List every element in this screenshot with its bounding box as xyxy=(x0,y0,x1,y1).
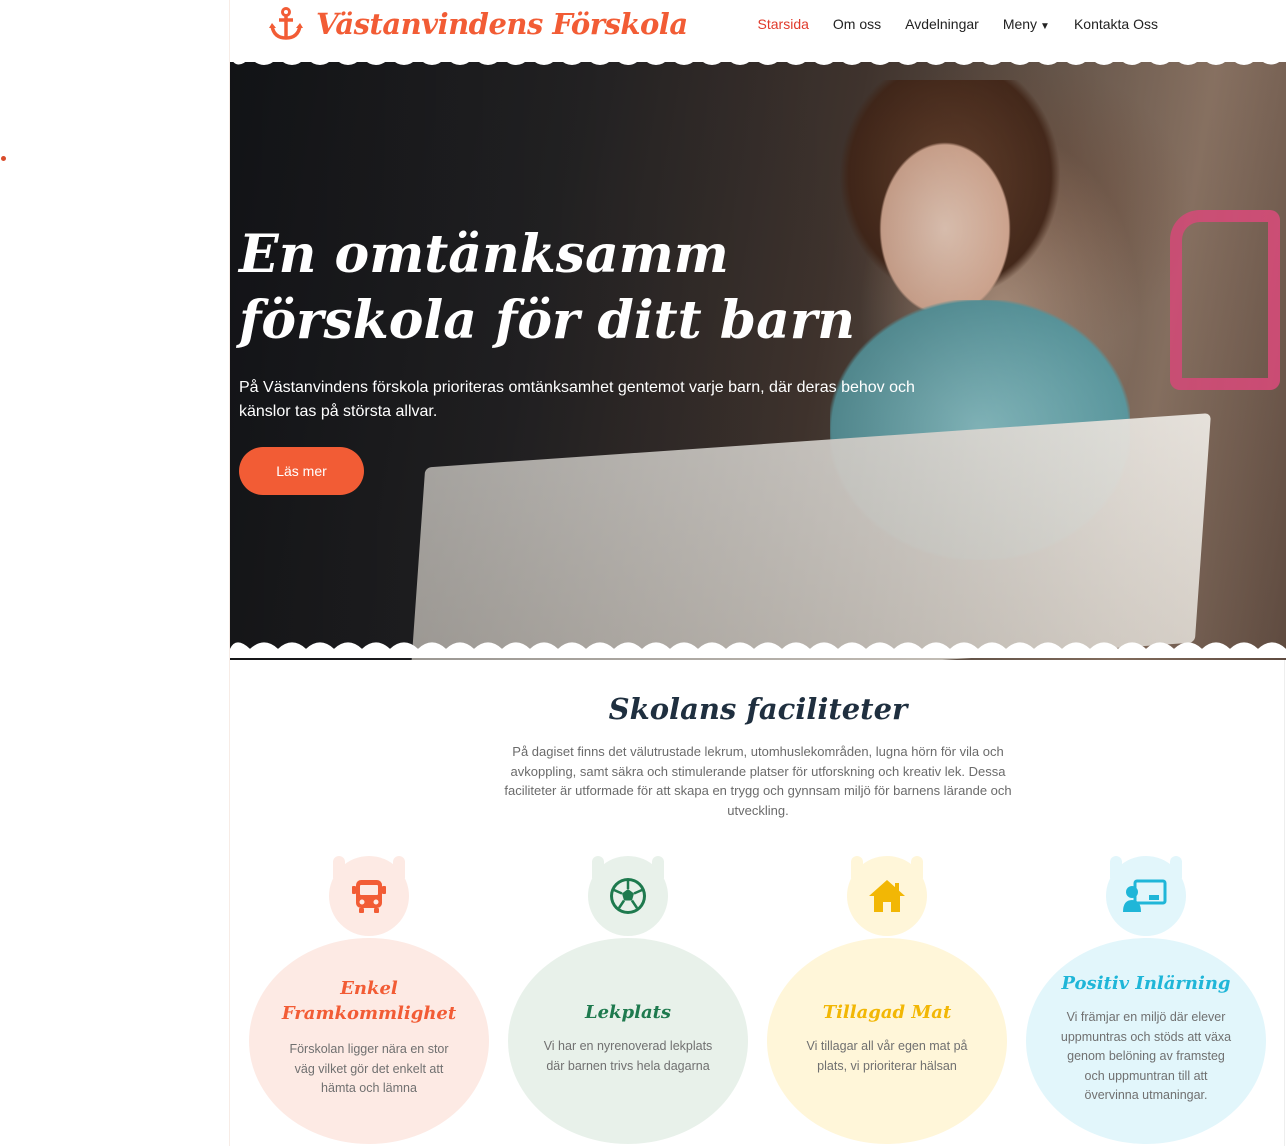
card-icon-bubble xyxy=(1106,856,1186,936)
card-icon-bubble xyxy=(847,856,927,936)
card-title: Enkel Framkommlighet xyxy=(281,978,457,1024)
nav-item-kontakta-oss[interactable]: Kontakta Oss xyxy=(1074,16,1158,32)
hero-subtitle: På Västanvindens förskola prioriteras om… xyxy=(239,379,915,420)
bus-icon xyxy=(352,880,386,913)
facility-card-access: Enkel Framkommlighet Förskolan ligger nä… xyxy=(249,856,489,1146)
card-icon-bubble xyxy=(588,856,668,936)
facility-card-learning: Positiv Inlärning Vi främjar en miljö dä… xyxy=(1026,856,1266,1146)
card-text: Vi tillagar all vår egen mat på plats, v… xyxy=(806,1039,968,1073)
soccer-ball-icon xyxy=(610,878,646,914)
teacher-board-icon xyxy=(1123,879,1167,912)
card-text: Vi har en nyrenoverad lekplats där barne… xyxy=(543,1039,713,1073)
card-text: Vi främjar en miljö där elever uppmuntra… xyxy=(1060,1010,1232,1102)
nav-item-om-oss[interactable]: Om oss xyxy=(833,16,881,32)
main-nav: Starsida Om oss Avdelningar Meny ▼ Kontak… xyxy=(758,16,1158,32)
nav-item-avdelningar[interactable]: Avdelningar xyxy=(905,16,979,32)
bottom-scallop-border xyxy=(230,642,1286,658)
facility-card-playground: Lekplats Vi har en nyrenoverad lekplats … xyxy=(508,856,748,1146)
card-title: Positiv Inlärning xyxy=(1061,973,1231,994)
page: Västanvindens Förskola Starsida Om oss A… xyxy=(229,0,1286,1146)
card-icon-bubble xyxy=(329,856,409,936)
nav-item-meny-label: Meny xyxy=(1002,16,1038,32)
hero-title: En omtänksamm förskola för ditt barn xyxy=(239,224,856,351)
top-scallop-border xyxy=(230,50,1286,65)
home-icon xyxy=(869,880,905,912)
nav-item-meny[interactable]: Meny ▼ xyxy=(1003,16,1050,32)
read-more-button[interactable]: Läs mer xyxy=(239,447,364,495)
card-title: Tillagad Mat xyxy=(822,1002,952,1023)
logo[interactable]: Västanvindens Förskola xyxy=(268,6,688,42)
card-text: Förskolan ligger nära en stor väg vilket… xyxy=(289,1042,449,1095)
red-dot xyxy=(1,156,6,161)
left-gutter xyxy=(0,0,229,1146)
nav-item-starsida[interactable]: Starsida xyxy=(758,16,809,32)
card-title: Lekplats xyxy=(584,1002,672,1023)
facilities-description: På dagiset finns det välutrustade lekrum… xyxy=(504,744,1012,818)
facility-card-food: Tillagad Mat Vi tillagar all vår egen ma… xyxy=(767,856,1007,1146)
anchor-icon xyxy=(269,7,303,40)
facilities-title: Skolans faciliteter xyxy=(608,692,908,726)
site-name: Västanvindens Förskola xyxy=(316,7,688,41)
chevron-down-icon: ▼ xyxy=(1040,21,1050,32)
